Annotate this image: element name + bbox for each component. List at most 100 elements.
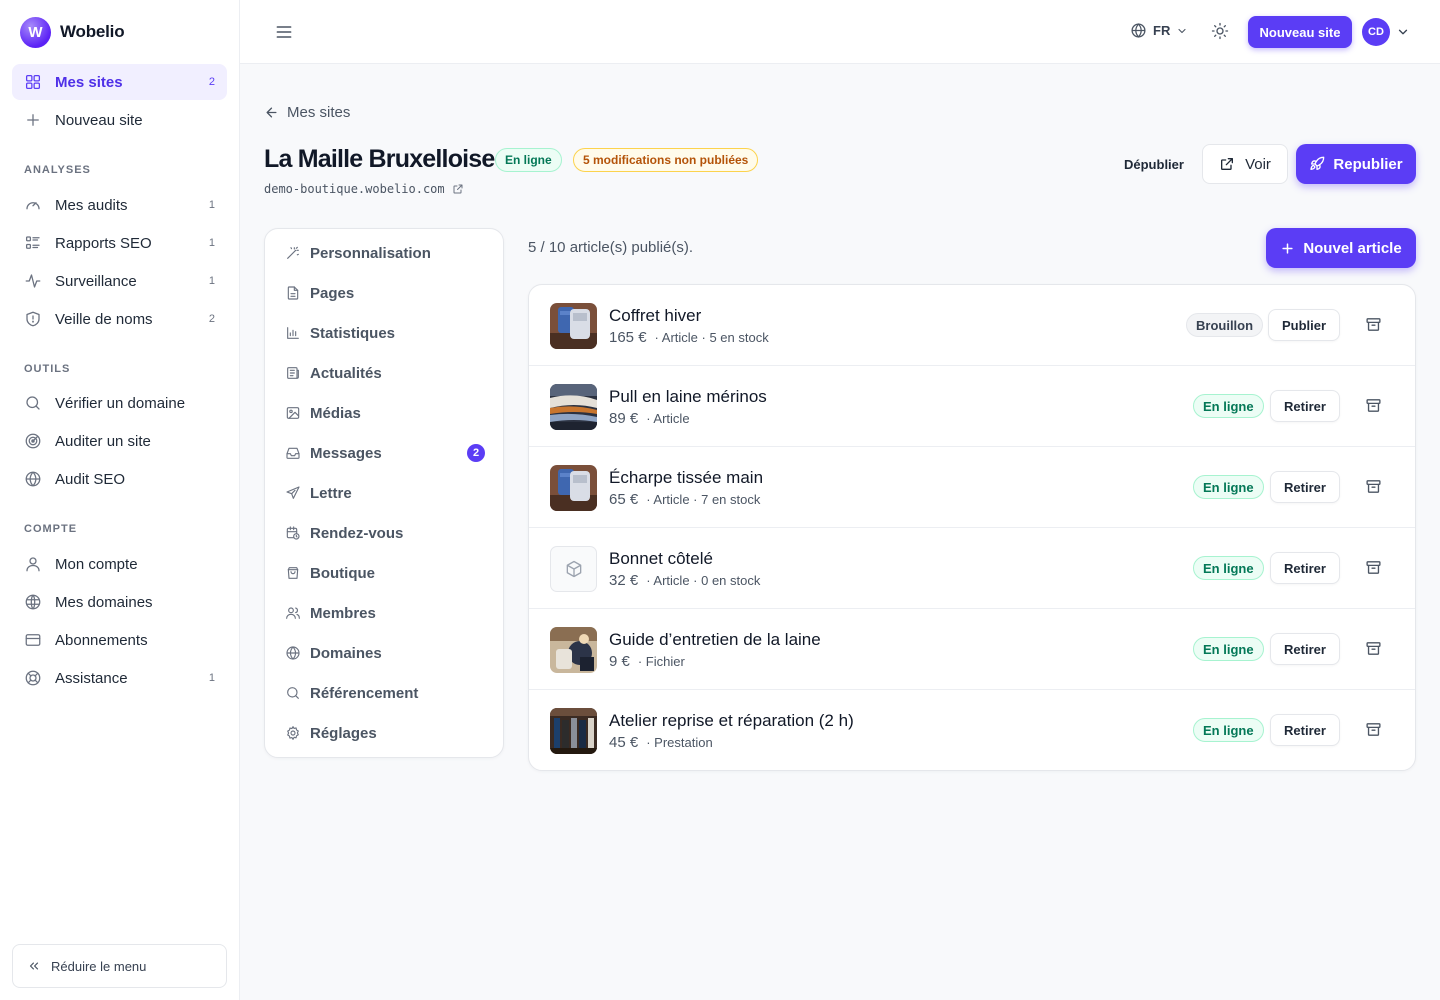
article-name[interactable]: Pull en laine mérinos [609, 387, 767, 407]
unpublish-button[interactable]: Retirer [1270, 390, 1340, 422]
unpublish-button[interactable]: Retirer [1270, 714, 1340, 746]
subnav-item[interactable]: Actualités [285, 361, 485, 385]
article-row[interactable]: Guide d’entretien de la laine 9 € · Fichie… [529, 609, 1415, 690]
subnav-item[interactable]: Médias [285, 401, 485, 425]
article-row[interactable]: Bonnet côtelé 32 € · Article · 0 en stock E… [529, 528, 1415, 609]
article-details: · Article · 0 en stock [646, 573, 761, 588]
sidebar-item-0-2[interactable]: Surveillance 1 [12, 263, 227, 299]
subnav-item[interactable]: Messages 2 [285, 441, 485, 465]
sidebar-item-label: Mon compte [55, 555, 138, 573]
collapse-menu-button[interactable]: Réduire le menu [12, 944, 227, 988]
unpublish-button[interactable]: Retirer [1270, 471, 1340, 503]
sidebar-item-0[interactable]: Mes sites 2 [12, 64, 227, 100]
archive-icon[interactable] [1365, 478, 1382, 495]
sidebar-item-2-2[interactable]: Abonnements [12, 622, 227, 658]
sidebar-item-1-0[interactable]: Vérifier un domaine [12, 385, 227, 421]
sidebar-item-1[interactable]: Nouveau site [12, 102, 227, 138]
credit-card-icon [24, 631, 42, 649]
brand[interactable]: W Wobelio [20, 16, 125, 48]
sidebar-item-label: Abonnements [55, 631, 148, 649]
sidebar-item-0-0[interactable]: Mes audits 1 [12, 187, 227, 223]
article-name[interactable]: Atelier reprise et réparation (2 h) [609, 711, 854, 731]
archive-icon[interactable] [1365, 316, 1382, 333]
subnav-item[interactable]: Membres [285, 601, 485, 625]
globe-icon [285, 645, 301, 661]
new-article-button[interactable]: Nouvel article [1266, 228, 1416, 268]
avatar[interactable]: CD [1362, 18, 1390, 46]
new-article-label: Nouvel article [1303, 239, 1402, 257]
publish-button[interactable]: Publier [1268, 309, 1340, 341]
sidebar-section-title: OUTILS [24, 363, 71, 375]
subnav-item[interactable]: Personnalisation [285, 241, 485, 265]
archive-icon[interactable] [1365, 397, 1382, 414]
image-icon [285, 405, 301, 421]
article-row[interactable]: Atelier reprise et réparation (2 h) 45 € ·… [529, 690, 1415, 770]
archive-icon[interactable] [1365, 640, 1382, 657]
archive-icon[interactable] [1365, 721, 1382, 738]
sidebar-item-1-1[interactable]: Auditer un site [12, 423, 227, 459]
unpublish-button[interactable]: Retirer [1270, 633, 1340, 665]
subnav-item[interactable]: Domaines [285, 641, 485, 665]
sidebar-item-label: Auditer un site [55, 432, 151, 450]
subnav-item-label: Médias [310, 404, 361, 422]
article-name[interactable]: Coffret hiver [609, 306, 701, 326]
article-price: 89 € [609, 410, 639, 427]
sidebar-item-count: 1 [208, 237, 215, 249]
depublish-button[interactable]: Dépublier [1110, 154, 1198, 174]
article-status-badge: En ligne [1193, 637, 1264, 661]
plus-icon [24, 111, 42, 129]
chevron-down-icon[interactable] [1396, 25, 1410, 39]
article-name[interactable]: Bonnet côtelé [609, 549, 713, 569]
subnav-item[interactable]: Référencement [285, 681, 485, 705]
menu-icon[interactable] [274, 22, 294, 42]
sidebar-item-label: Mes domaines [55, 593, 153, 611]
subnav-item[interactable]: Lettre [285, 481, 485, 505]
language-selector[interactable]: FR [1130, 22, 1188, 39]
external-link-icon [1221, 158, 1234, 170]
unpublish-button[interactable]: Retirer [1270, 552, 1340, 584]
article-name[interactable]: Guide d’entretien de la laine [609, 630, 821, 650]
view-site-button[interactable]: Voir [1202, 144, 1288, 184]
sidebar-item-count: 2 [208, 313, 215, 325]
sun-icon[interactable] [1211, 22, 1229, 40]
new-site-button[interactable]: Nouveau site [1248, 16, 1352, 48]
sidebar-item-0-3[interactable]: Veille de noms 2 [12, 301, 227, 337]
article-details: · Article [646, 411, 690, 426]
article-row[interactable]: Écharpe tissée main 65 € · Article · 7 en … [529, 447, 1415, 528]
product-thumbnail [550, 303, 597, 349]
rocket-icon [1310, 156, 1325, 170]
sidebar-item-label: Surveillance [55, 272, 137, 290]
subnav-item[interactable]: Réglages [285, 721, 485, 745]
sidebar-item-2-0[interactable]: Mon compte [12, 546, 227, 582]
gauge-icon [24, 196, 42, 214]
arrow-left-icon [266, 107, 277, 118]
subnav-item-label: Membres [310, 604, 376, 622]
subnav-item[interactable]: Rendez-vous [285, 521, 485, 545]
article-details: · Fichier [637, 654, 685, 669]
article-row[interactable]: Coffret hiver 165 € · Article · 5 en stock… [529, 285, 1415, 366]
page-title: La Maille Bruxelloise [264, 145, 495, 173]
globe-grid-icon [24, 593, 42, 611]
sidebar-item-0-1[interactable]: Rapports SEO 1 [12, 225, 227, 261]
archive-icon[interactable] [1365, 559, 1382, 576]
subnav-item-label: Lettre [310, 484, 352, 502]
subnav-item[interactable]: Statistiques [285, 321, 485, 345]
file-icon [285, 285, 301, 301]
sidebar-item-2-3[interactable]: Assistance 1 [12, 660, 227, 696]
sidebar-item-2-1[interactable]: Mes domaines [12, 584, 227, 620]
subnav-item-label: Boutique [310, 564, 375, 582]
subnav-item[interactable]: Pages [285, 281, 485, 305]
subnav-item-label: Réglages [310, 724, 377, 742]
product-thumbnail [550, 384, 597, 430]
product-thumbnail [550, 708, 597, 754]
back-link[interactable]: Mes sites [264, 104, 350, 121]
article-row[interactable]: Pull en laine mérinos 89 € · Article En lig… [529, 366, 1415, 447]
article-name[interactable]: Écharpe tissée main [609, 468, 763, 488]
sidebar-item-1-2[interactable]: Audit SEO [12, 461, 227, 497]
sidebar-item-label: Mes sites [55, 73, 123, 91]
radar-icon [24, 432, 42, 450]
subnav-item[interactable]: Boutique [285, 561, 485, 585]
messages-count-badge: 2 [467, 444, 485, 462]
site-url-link[interactable]: demo-boutique.wobelio.com [264, 182, 464, 196]
republish-button[interactable]: Republier [1296, 144, 1416, 184]
